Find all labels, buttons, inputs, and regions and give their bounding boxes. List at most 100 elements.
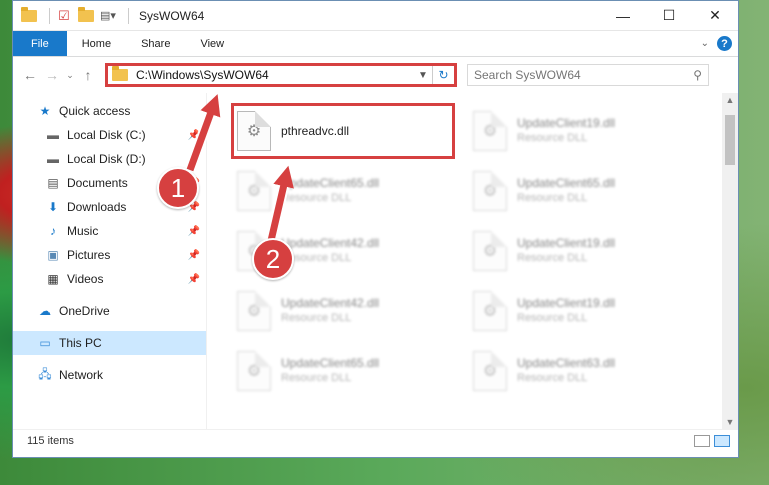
pin-icon[interactable]: 📌 [188, 130, 200, 141]
up-button[interactable]: ↑ [77, 64, 99, 86]
close-button[interactable]: ✕ [692, 1, 738, 31]
search-input[interactable] [474, 68, 694, 82]
dll-file-icon: ⚙ [237, 171, 271, 211]
vertical-scrollbar[interactable]: ▲ ▼ [722, 93, 738, 429]
window-title: SysWOW64 [139, 8, 205, 23]
address-path[interactable]: C:\Windows\SysWOW64 [136, 68, 269, 82]
customize-quick-access-icon[interactable]: ▤▾ [100, 8, 116, 24]
file-item[interactable]: ⚙ UpdateClient19.dll Resource DLL [469, 285, 699, 337]
file-name: UpdateClient19.dll [517, 296, 616, 310]
chevron-down-icon[interactable]: ▼ [414, 70, 432, 81]
window-controls: — ☐ ✕ [600, 1, 738, 31]
pin-icon[interactable]: 📌 [188, 154, 200, 165]
nav-label: Local Disk (D:) [67, 152, 146, 166]
details-view-icon[interactable] [694, 434, 710, 447]
file-item[interactable]: ⚙ UpdateClient19.dll Resource DLL [469, 225, 699, 277]
nav-item-videos[interactable]: ▦ Videos 📌 [13, 267, 206, 291]
dll-file-icon: ⚙ [473, 111, 507, 151]
tiles-view-icon[interactable] [714, 434, 730, 447]
new-folder-icon[interactable] [78, 6, 94, 24]
search-box[interactable]: ⚲ [467, 64, 709, 86]
videos-icon: ▦ [47, 272, 59, 286]
address-bar[interactable]: C:\Windows\SysWOW64 ▼ ↻ [105, 63, 457, 87]
pictures-icon: ▣ [47, 248, 59, 262]
file-name: UpdateClient65.dll [281, 176, 380, 190]
nav-item-music[interactable]: ♪ Music 📌 [13, 219, 206, 243]
nav-label: This PC [59, 336, 102, 350]
nav-label: Music [67, 224, 99, 238]
file-type: Resource DLL [281, 312, 352, 324]
drive-icon: ▬ [47, 152, 59, 166]
nav-label: Local Disk (C:) [67, 128, 146, 142]
search-icon: ⚲ [693, 68, 702, 82]
file-item[interactable]: ⚙ UpdateClient19.dll Resource DLL [469, 105, 699, 157]
tab-home[interactable]: Home [67, 31, 126, 56]
folder-icon [21, 6, 37, 24]
nav-item-local-disk-c[interactable]: ▬ Local Disk (C:) 📌 [13, 123, 206, 147]
file-item[interactable]: ⚙ UpdateClient65.dll Resource DLL [233, 345, 463, 397]
file-type: Resource DLL [517, 192, 588, 204]
main-body: ★ Quick access ▬ Local Disk (C:) 📌 ▬ Loc… [13, 93, 738, 429]
explorer-window: ☑ ▤▾ SysWOW64 — ☐ ✕ File Home Share View… [12, 0, 739, 458]
file-item[interactable]: ⚙ UpdateClient65.dll Resource DLL [233, 165, 463, 217]
folder-icon [112, 66, 128, 83]
ribbon-right: ⌄ ? [701, 31, 738, 56]
tab-share[interactable]: Share [126, 31, 185, 56]
nav-quick-access[interactable]: ★ Quick access [13, 99, 206, 123]
refresh-icon[interactable]: ↻ [432, 66, 454, 84]
maximize-button[interactable]: ☐ [646, 1, 692, 31]
file-item[interactable]: ⚙ UpdateClient63.dll Resource DLL [469, 345, 699, 397]
dll-file-icon: ⚙ [473, 351, 507, 391]
navigation-pane: ★ Quick access ▬ Local Disk (C:) 📌 ▬ Loc… [13, 93, 207, 429]
expand-ribbon-icon[interactable]: ⌄ [701, 38, 709, 49]
file-item[interactable]: ⚙ UpdateClient42.dll Resource DLL [233, 285, 463, 337]
nav-onedrive[interactable]: ☁ OneDrive [13, 299, 206, 323]
downloads-icon: ⬇ [47, 200, 59, 214]
file-name: UpdateClient63.dll [517, 356, 616, 370]
recent-locations-icon[interactable]: ⌄ [63, 64, 77, 86]
dll-file-icon: ⚙ [237, 291, 271, 331]
pin-icon[interactable]: 📌 [188, 226, 200, 237]
file-name: UpdateClient42.dll [281, 236, 380, 250]
dll-file-icon: ⚙ [473, 291, 507, 331]
ribbon-tabs: File Home Share View ⌄ ? [13, 31, 738, 57]
tab-file[interactable]: File [13, 31, 67, 56]
file-type: Resource DLL [281, 372, 352, 384]
nav-label: Videos [67, 272, 104, 286]
computer-icon: ▭ [39, 336, 51, 350]
pin-icon[interactable]: 📌 [188, 274, 200, 285]
file-name: UpdateClient19.dll [517, 236, 616, 250]
properties-icon[interactable]: ☑ [56, 8, 72, 24]
dll-file-icon: ⚙ [473, 171, 507, 211]
nav-label: Quick access [59, 104, 131, 118]
file-type: Resource DLL [517, 252, 588, 264]
drive-icon: ▬ [47, 128, 59, 142]
file-name: UpdateClient42.dll [281, 296, 380, 310]
divider [128, 7, 129, 24]
file-item[interactable]: ⚙ UpdateClient65.dll Resource DLL [469, 165, 699, 217]
scroll-thumb[interactable] [725, 115, 735, 165]
file-type: Resource DLL [517, 312, 588, 324]
scroll-up-icon[interactable]: ▲ [722, 95, 738, 105]
music-icon: ♪ [50, 224, 56, 238]
nav-label: OneDrive [59, 304, 110, 318]
forward-button[interactable]: → [41, 64, 63, 86]
back-button[interactable]: ← [19, 64, 41, 86]
help-icon[interactable]: ? [717, 36, 732, 51]
nav-label: Pictures [67, 248, 111, 262]
documents-icon: ▤ [47, 176, 59, 190]
nav-network[interactable]: 🖧 Network [13, 363, 206, 387]
nav-this-pc[interactable]: ▭ This PC [13, 331, 206, 355]
tab-view[interactable]: View [185, 31, 239, 56]
nav-label: Documents [67, 176, 128, 190]
scroll-down-icon[interactable]: ▼ [722, 417, 738, 427]
pin-icon[interactable]: 📌 [188, 250, 200, 261]
dll-file-icon: ⚙ [237, 351, 271, 391]
minimize-button[interactable]: — [600, 1, 646, 31]
divider [49, 7, 50, 24]
view-toggles [694, 434, 738, 447]
file-type: Resource DLL [281, 252, 352, 264]
nav-item-pictures[interactable]: ▣ Pictures 📌 [13, 243, 206, 267]
file-name: UpdateClient19.dll [517, 116, 616, 130]
step-1-badge: 1 [157, 167, 199, 209]
